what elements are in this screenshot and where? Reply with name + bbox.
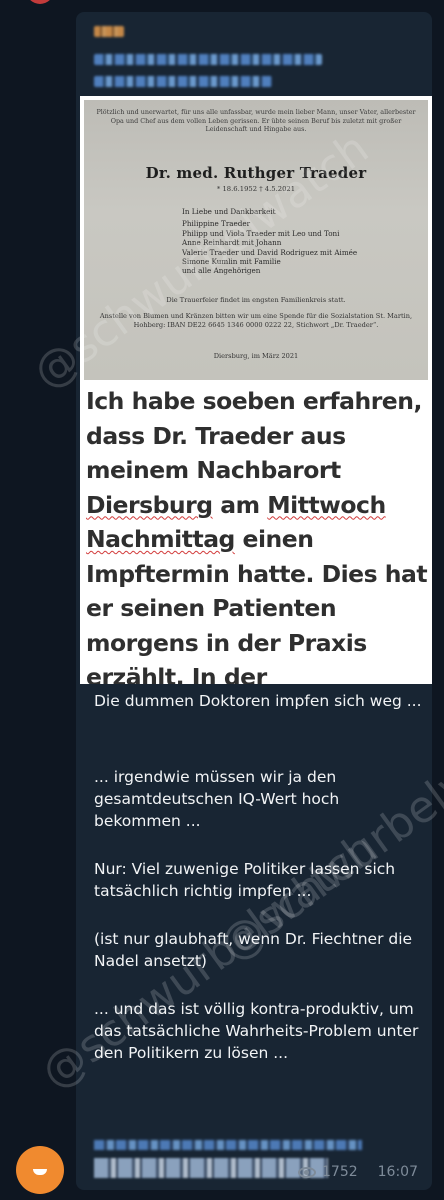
- message-time: 16:07: [377, 1164, 418, 1180]
- obituary-intro: Plötzlich und unerwartet, für uns alle u…: [96, 108, 416, 134]
- obituary-place: Diersburg, im März 2021: [213, 352, 299, 360]
- headline-underlined-word: Diersburg: [86, 490, 213, 519]
- eye-icon: [298, 1166, 316, 1178]
- message-meta: 1752 16:07: [298, 1164, 418, 1180]
- blurred-link-line-2[interactable]: [94, 76, 272, 87]
- blurred-footer-buttons[interactable]: [94, 1158, 328, 1178]
- avatar-glyph: [33, 1169, 47, 1175]
- message-paragraph: Die dummen Doktoren impfen sich weg ...: [94, 692, 422, 710]
- blurred-sender-name[interactable]: [94, 26, 124, 37]
- headline-text: Ich habe soeben erfahren, dass Dr. Traed…: [86, 387, 422, 484]
- obituary-name: Dr. med. Ruthger Traeder: [145, 164, 367, 182]
- previous-avatar[interactable]: [26, 0, 54, 4]
- blurred-link-line-1[interactable]: [94, 54, 322, 65]
- blurred-footer-link[interactable]: [94, 1140, 362, 1150]
- view-count: 1752: [322, 1164, 358, 1180]
- image-headline: Ich habe soeben erfahren, dass Dr. Traed…: [86, 384, 430, 684]
- shared-image[interactable]: Plötzlich und unerwartet, für uns alle u…: [80, 96, 432, 684]
- headline-text: am: [212, 490, 268, 519]
- channel-avatar[interactable]: [16, 1146, 64, 1194]
